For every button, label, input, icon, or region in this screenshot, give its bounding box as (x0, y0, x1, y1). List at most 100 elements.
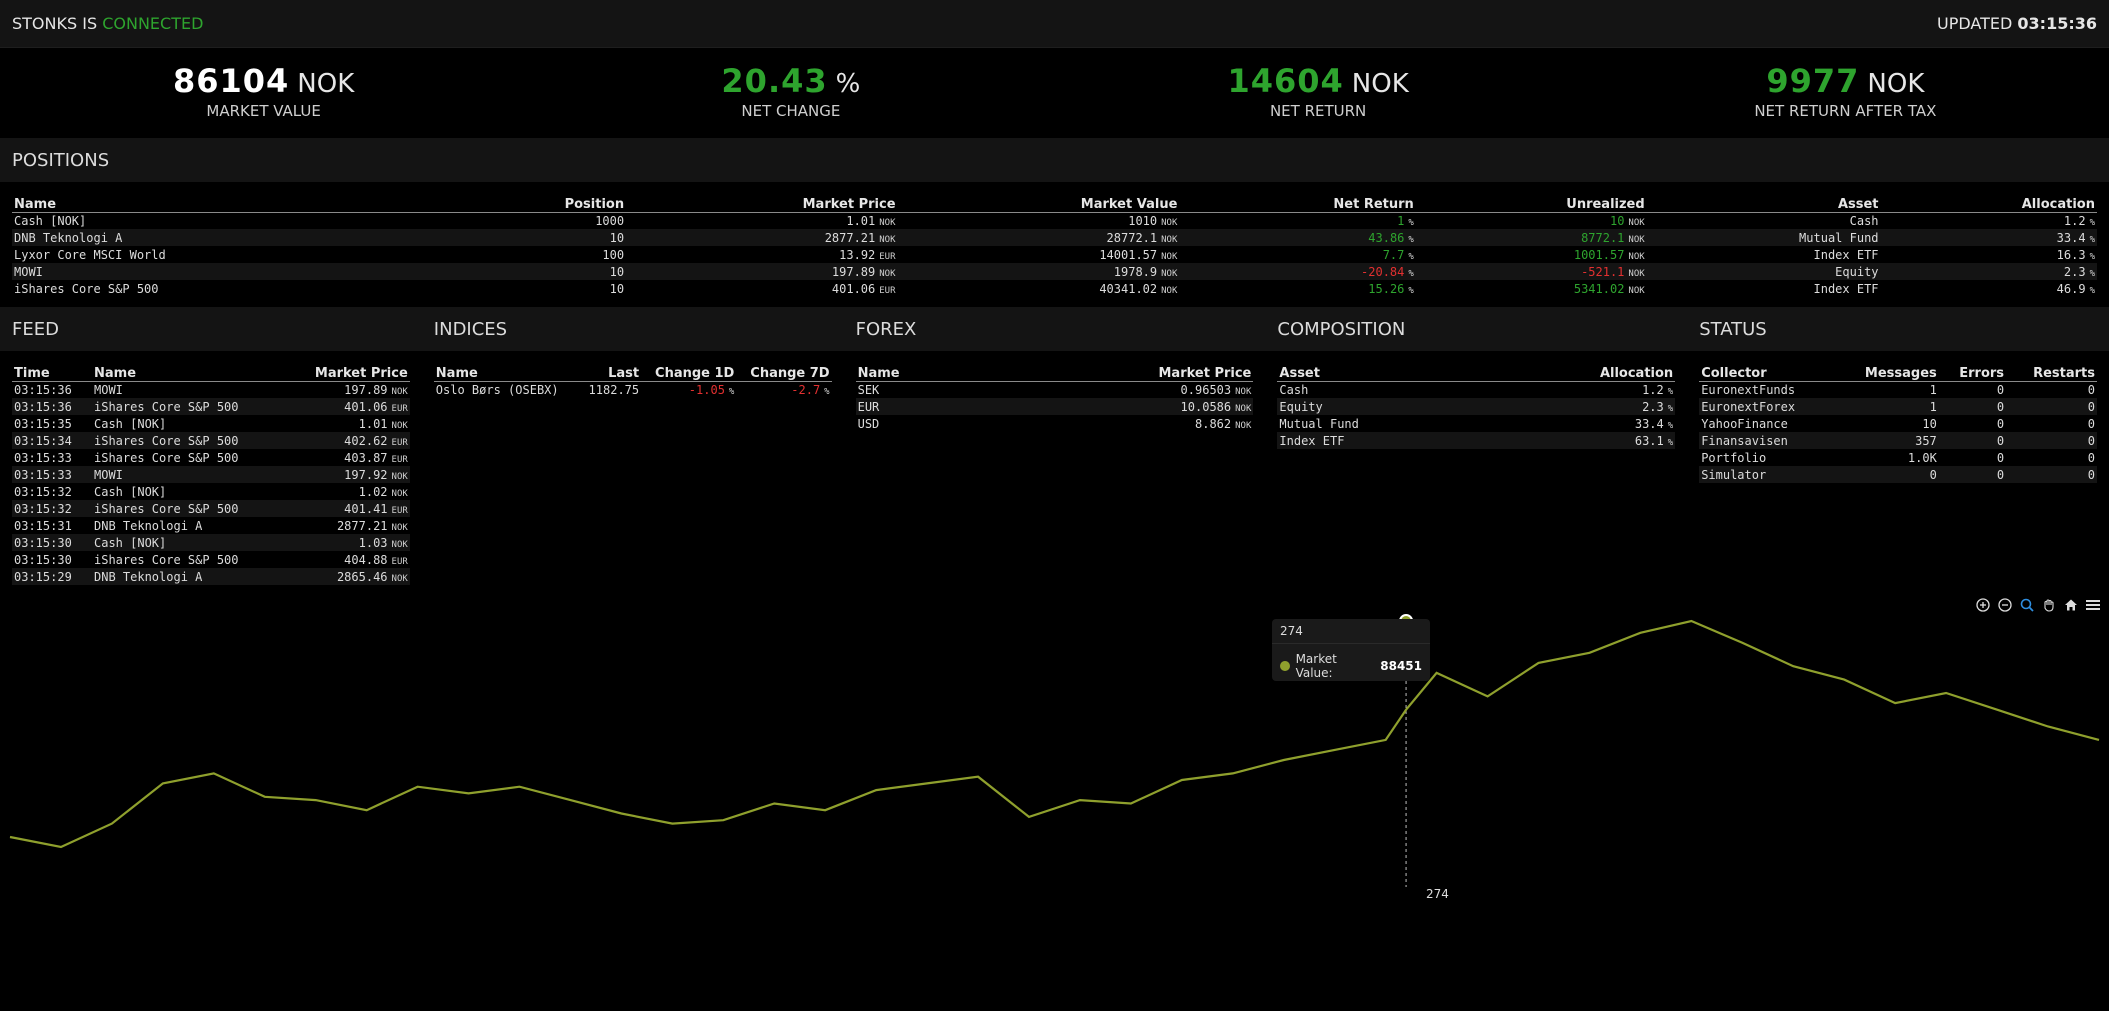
status-rows: EuronextFunds 1 0 0 EuronextForex 1 0 0 YahooFin… (1699, 381, 2097, 483)
table-row[interactable]: Finansavisen 357 0 0 (1699, 432, 2097, 449)
cell-asset: Mutual Fund (1646, 229, 1881, 246)
market-value-chart[interactable]: 274 Market Value: 88451 274 (0, 597, 2109, 1011)
cell-value: 5341.02 (1573, 281, 1625, 296)
table-row[interactable]: Mutual Fund 33.4% (1277, 415, 1675, 432)
kpi-label: MARKET VALUE (206, 102, 321, 120)
cell-value: 1978.9 (1113, 264, 1158, 279)
table-row[interactable]: 03:15:36 MOWI 197.89 NOK (12, 381, 410, 398)
cell-unrealized: 1001.57 NOK (1416, 246, 1647, 263)
unit-label: EUR (391, 403, 408, 414)
unit-label: EUR (879, 251, 896, 262)
table-row[interactable]: Equity 2.3% (1277, 398, 1676, 415)
col-name[interactable]: Name (855, 363, 984, 382)
cell-value: -2.7 (791, 382, 821, 397)
col-name[interactable]: Name (92, 363, 285, 382)
cell-market-value: 1010 NOK (898, 212, 1180, 229)
col-change-7d[interactable]: Change 7D (736, 363, 832, 382)
table-row[interactable]: 03:15:29 DNB Teknologi A 2865.46 NOK (12, 568, 410, 585)
cell-name: iShares Core S&P 500 (94, 450, 239, 465)
table-row[interactable]: EUR 10.0586 NOK (855, 398, 1254, 415)
cell-value: 43.86 (1368, 230, 1405, 245)
cell-value: 10 (1609, 213, 1625, 228)
cell-collector: Portfolio (1701, 450, 1767, 465)
table-row[interactable]: 03:15:34 iShares Core S&P 500 402.62 EUR (12, 432, 410, 449)
status-panel: STATUS Collector Messages Errors Restart… (1687, 307, 2109, 585)
table-row[interactable]: 03:15:32 iShares Core S&P 500 401.41 EUR (12, 500, 410, 517)
cell-value: 401.06 (831, 281, 876, 296)
cell-position: 10 (448, 263, 627, 280)
table-row[interactable]: 03:15:36 iShares Core S&P 500 401.06 EUR (12, 398, 410, 415)
col-asset[interactable]: Asset (1646, 194, 1881, 213)
col-allocation[interactable]: Allocation (1880, 194, 2097, 213)
unit-label: % (2089, 234, 2095, 245)
cell-market-value: 28772.1 NOK (897, 229, 1180, 246)
table-row[interactable]: iShares Core S&P 500 10 401.06 EUR 40341.02 N… (12, 280, 2097, 297)
col-net-return[interactable]: Net Return (1179, 194, 1416, 213)
table-row[interactable]: USD 8.862 NOK (856, 415, 1254, 432)
kpi-unit: NOK (1351, 69, 1409, 99)
table-row[interactable]: Cash [NOK] 1000 1.01 NOK 1010 NOK 1% 10 NOK Cash 1… (12, 212, 2097, 229)
cell-name: Cash [NOK] (94, 416, 167, 431)
cell-position: 10 (448, 229, 627, 246)
table-row[interactable]: 03:15:32 Cash [NOK] 1.02 NOK (12, 483, 410, 500)
table-row[interactable]: 03:15:35 Cash [NOK] 1.01 NOK (12, 415, 410, 432)
col-change-1d[interactable]: Change 1D (641, 363, 737, 382)
unit-label: EUR (391, 505, 408, 516)
cell-market-value: 14001.57 NOK (898, 246, 1180, 263)
feed-panel: FEED Time Name Market Price 03:15:36 MOWI… (0, 307, 422, 585)
table-row[interactable]: SEK 0.96503 NOK (856, 381, 1254, 398)
unit-label: NOK (1161, 234, 1178, 245)
cell-allocation: 2.3% (1880, 263, 2097, 280)
composition-table: Asset Allocation Cash 1.2% Equity 2.3% Mutua… (1277, 363, 1676, 449)
table-row[interactable]: Cash 1.2% (1277, 381, 1675, 398)
table-row[interactable]: 03:15:33 MOWI 197.92 NOK (12, 466, 410, 483)
table-row[interactable]: Index ETF 63.1% (1277, 432, 1676, 449)
table-row[interactable]: 03:15:30 iShares Core S&P 500 404.88 EUR (12, 551, 410, 568)
table-row[interactable]: EuronextForex 1 0 0 (1699, 398, 2097, 415)
unit-label: % (1667, 437, 1674, 448)
cell-change-1d: -1.05% (641, 381, 736, 398)
table-row[interactable]: 03:15:33 iShares Core S&P 500 403.87 EUR (12, 449, 410, 466)
cell-unrealized: 5341.02 NOK (1416, 280, 1647, 297)
col-unrealized[interactable]: Unrealized (1415, 194, 1647, 213)
table-row[interactable]: YahooFinance 10 0 0 (1699, 415, 2097, 432)
col-name[interactable]: Name (12, 194, 449, 213)
col-market-price[interactable]: Market Price (284, 363, 410, 382)
unit-label: NOK (391, 522, 408, 533)
table-row[interactable]: MOWI 10 197.89 NOK 1978.9 NOK -20.84% -521.1 NOK… (12, 263, 2097, 280)
cell-market-price: 1.01 NOK (626, 212, 897, 229)
cell-value: 197.92 (344, 467, 388, 482)
cell-allocation: 33.4% (1484, 415, 1675, 432)
col-restarts[interactable]: Restarts (2006, 363, 2097, 382)
table-row[interactable]: EuronextFunds 1 0 0 (1699, 381, 2097, 398)
crosshair-x-label: 274 (1426, 887, 1449, 901)
col-market-price[interactable]: Market Price (626, 194, 898, 213)
cell-name: iShares Core S&P 500 (92, 398, 285, 415)
cell-value: 1 (1397, 213, 1405, 228)
unit-label: NOK (1161, 251, 1178, 262)
col-messages[interactable]: Messages (1834, 363, 1939, 382)
table-row[interactable]: DNB Teknologi A 10 2877.21 NOK 28772.1 NOK 43.… (12, 229, 2097, 246)
col-market-price[interactable]: Market Price (983, 363, 1254, 382)
col-errors[interactable]: Errors (1938, 363, 2007, 382)
col-last[interactable]: Last (578, 363, 642, 382)
cell-value: 401.06 (344, 399, 388, 414)
kpi-market-value: 86104 NOK MARKET VALUE (0, 48, 527, 138)
col-time[interactable]: Time (12, 363, 92, 382)
cell-name: DNB Teknologi A (92, 568, 285, 585)
table-row[interactable]: Lyxor Core MSCI World 100 13.92 EUR 14001.57… (12, 246, 2097, 263)
col-market-value[interactable]: Market Value (897, 194, 1180, 213)
col-name[interactable]: Name (433, 363, 579, 382)
cell-market-price: 1.03 NOK (284, 534, 410, 551)
table-row[interactable]: Portfolio 1.0K 0 0 (1699, 449, 2097, 466)
col-position[interactable]: Position (448, 194, 627, 213)
col-allocation[interactable]: Allocation (1484, 363, 1676, 382)
table-row[interactable]: 03:15:30 Cash [NOK] 1.03 NOK (12, 534, 410, 551)
table-row[interactable]: Simulator 0 0 0 (1699, 466, 2097, 483)
table-row[interactable]: Oslo Børs (OSEBX) 1182.75 -1.05% -2.7% (434, 381, 832, 398)
col-asset[interactable]: Asset (1277, 363, 1484, 382)
unit-label: NOK (1161, 285, 1178, 296)
col-collector[interactable]: Collector (1699, 363, 1835, 382)
table-row[interactable]: 03:15:31 DNB Teknologi A 2877.21 NOK (12, 517, 410, 534)
cell-asset: Index ETF (1813, 281, 1879, 296)
